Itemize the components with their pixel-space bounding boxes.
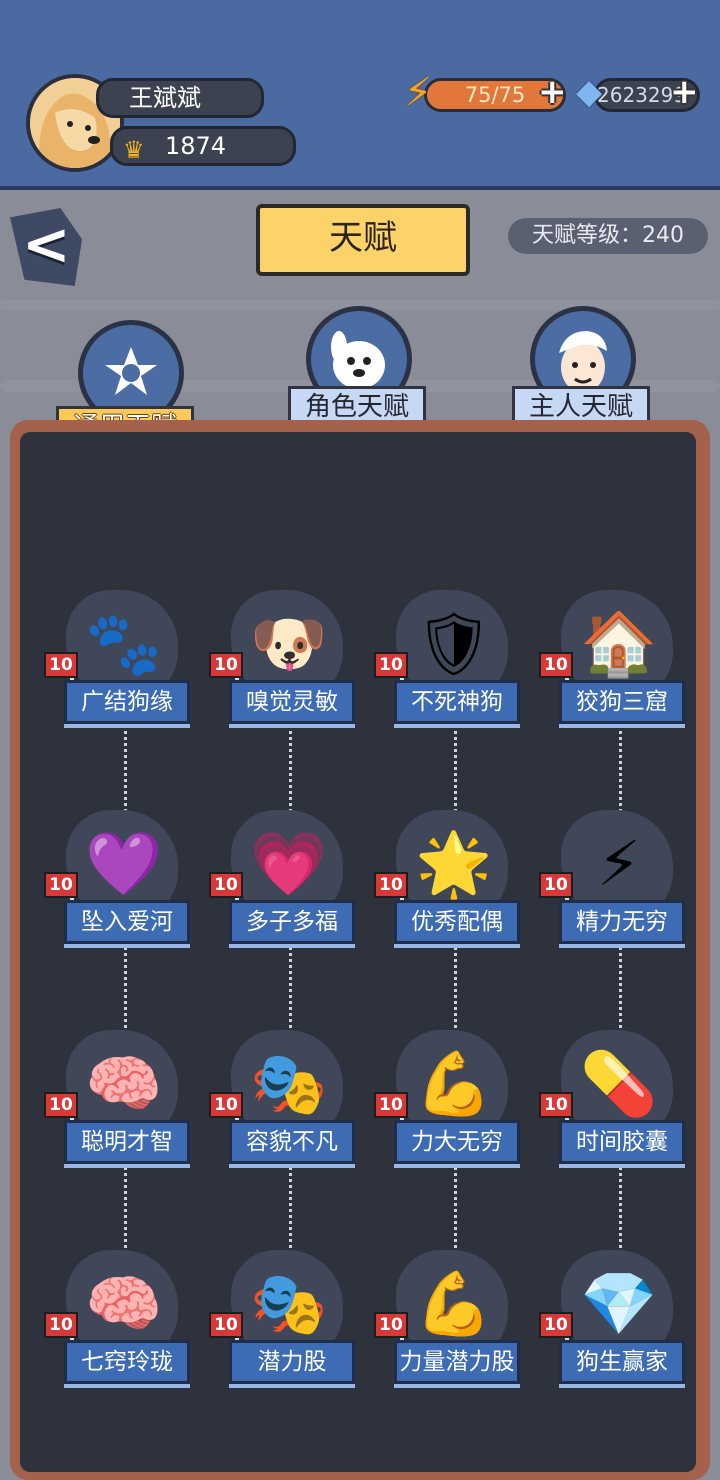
talent-node[interactable]: 🏠 10 狡狗三窟	[539, 580, 699, 800]
talent-level-flag: 10	[374, 652, 408, 678]
talent-node[interactable]: 💜 10 坠入爱河	[44, 800, 204, 1020]
crown-score-pill: ♛ 1874	[110, 126, 296, 166]
crown-icon: ♛	[123, 136, 145, 164]
perfect-dog-icon: 🌟	[415, 827, 493, 900]
mask-dog-icon: 🎭	[250, 1047, 328, 1120]
talent-level-flag: 10	[539, 1312, 573, 1338]
pill-clock-icon: 💊	[580, 1047, 658, 1120]
talent-level-flag: 10	[374, 872, 408, 898]
talent-name: 狗生赢家	[559, 1340, 685, 1384]
talent-name: 狡狗三窟	[559, 680, 685, 724]
talent-name: 优秀配偶	[394, 900, 520, 944]
talent-name: 嗅觉灵敏	[229, 680, 355, 724]
talent-name: 不死神狗	[394, 680, 520, 724]
heart-egg-icon: 💗	[250, 827, 328, 900]
talent-level-flag: 10	[44, 1312, 78, 1338]
winged-shield-icon: 🛡	[414, 607, 494, 680]
talent-name: 力大无穷	[394, 1120, 520, 1164]
talent-node[interactable]: 🌟 10 优秀配偶	[374, 800, 534, 1020]
talent-level-flag: 10	[374, 1092, 408, 1118]
talent-name: 精力无穷	[559, 900, 685, 944]
gems-plus-button[interactable]: +	[670, 72, 699, 112]
talent-name: 七窍玲珑	[64, 1340, 190, 1384]
talent-level-flag: 10	[44, 652, 78, 678]
talent-node[interactable]: 🎭 10 容貌不凡	[209, 1020, 369, 1240]
talent-name: 时间胶囊	[559, 1120, 685, 1164]
talent-node[interactable]: 💗 10 多子多福	[209, 800, 369, 1020]
talent-node[interactable]: 💪 10 力大无穷	[374, 1020, 534, 1240]
talent-node[interactable]: 🛡 10 不死神狗	[374, 580, 534, 800]
diamond-plus-icon: 💎	[580, 1267, 658, 1340]
talent-level-flag: 10	[209, 1092, 243, 1118]
talent-level-flag: 10	[209, 652, 243, 678]
talent-node[interactable]: 🧠 10 聪明才智	[44, 1020, 204, 1240]
talent-name: 多子多福	[229, 900, 355, 944]
talent-level-flag: 10	[44, 1092, 78, 1118]
talent-node[interactable]: 🧠 10 七窍玲珑	[44, 1240, 204, 1460]
page-title: 天赋	[256, 204, 470, 276]
paw-handshake-icon: 🐾	[85, 607, 163, 680]
talent-name: 广结狗缘	[64, 680, 190, 724]
mask-up-icon: 🎭	[250, 1267, 328, 1340]
doghouse-icon: 🏠	[580, 607, 658, 680]
talent-level-flag: 10	[539, 652, 573, 678]
crown-score: 1874	[165, 132, 227, 160]
talent-node[interactable]: 🐾 10 广结狗缘	[44, 580, 204, 800]
talent-name: 容貌不凡	[229, 1120, 355, 1164]
talent-level-flag: 10	[539, 1092, 573, 1118]
energy-plus-button[interactable]: +	[538, 72, 567, 112]
talent-name: 坠入爱河	[64, 900, 190, 944]
talent-level-flag: 10	[539, 872, 573, 898]
talent-name: 聪明才智	[64, 1120, 190, 1164]
talent-level-flag: 10	[374, 1312, 408, 1338]
muscle-arm-icon: 💪	[415, 1047, 493, 1120]
talent-name: 潜力股	[229, 1340, 355, 1384]
back-arrow-icon: <	[22, 210, 71, 278]
talent-node[interactable]: 🎭 10 潜力股	[209, 1240, 369, 1460]
talent-node[interactable]: 💪 10 力量潜力股	[374, 1240, 534, 1460]
dog-nose-icon: 🐶	[250, 607, 328, 680]
talent-name: 力量潜力股	[394, 1340, 520, 1384]
talent-level-flag: 10	[209, 872, 243, 898]
talent-level-flag: 10	[44, 872, 78, 898]
player-name: 王斌斌	[96, 78, 264, 118]
talent-level-flag: 10	[209, 1312, 243, 1338]
up-arrow-bolt-icon: ⚡	[597, 827, 641, 900]
talent-level-badge: 天赋等级：240	[508, 218, 708, 254]
talent-node[interactable]: ⚡ 10 精力无穷	[539, 800, 699, 1020]
brain-up-icon: 🧠	[85, 1267, 163, 1340]
energy-bolt-icon: ⚡	[404, 70, 433, 116]
brain-dog-icon: 🧠	[85, 1047, 163, 1120]
talent-node[interactable]: 💊 10 时间胶囊	[539, 1020, 699, 1240]
dogs-heart-icon: 💜	[85, 827, 163, 900]
talent-node[interactable]: 💎 10 狗生赢家	[539, 1240, 699, 1460]
muscle-up-icon: 💪	[415, 1267, 493, 1340]
talent-node[interactable]: 🐶 10 嗅觉灵敏	[209, 580, 369, 800]
diamond-icon: ◆	[576, 72, 603, 112]
